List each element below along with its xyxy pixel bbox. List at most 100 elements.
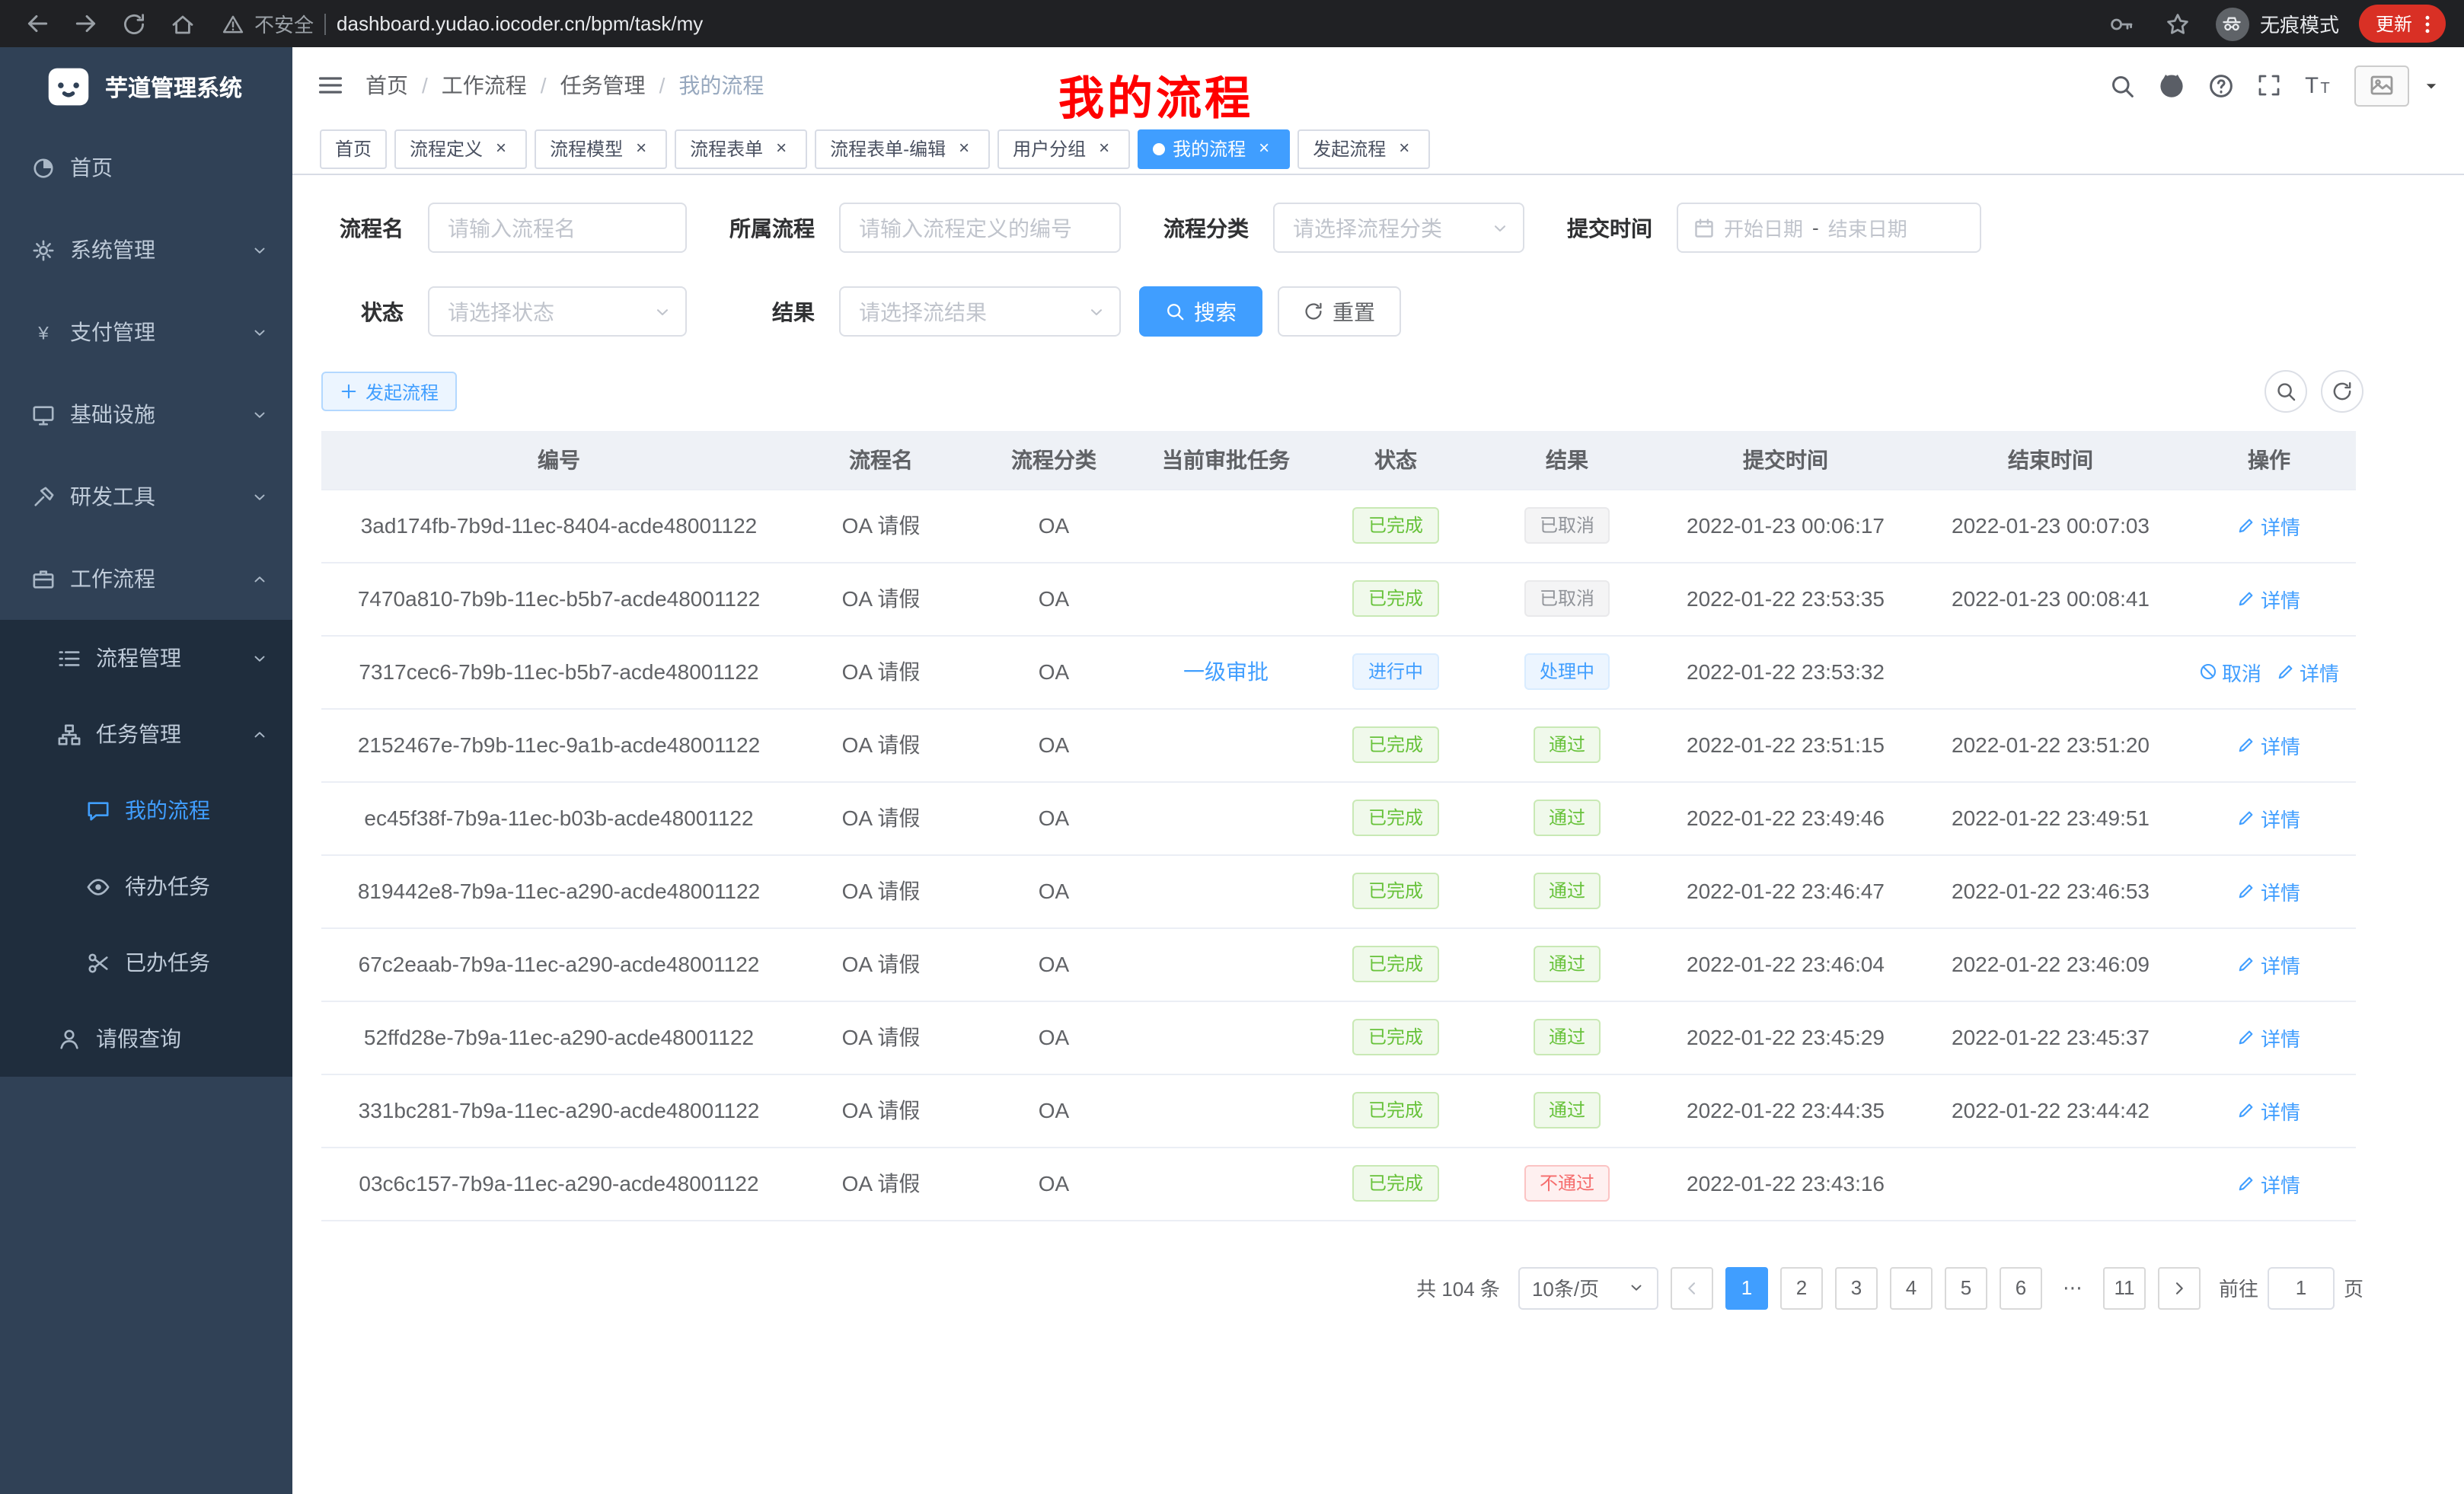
- sidebar-item-system[interactable]: 系统管理: [0, 209, 292, 291]
- detail-link[interactable]: 详情: [2238, 511, 2300, 540]
- process-name-input[interactable]: [428, 203, 687, 253]
- cell-process-name: OA 请假: [796, 489, 965, 562]
- next-page-button[interactable]: [2158, 1266, 2201, 1309]
- detail-link[interactable]: 详情: [2238, 584, 2300, 613]
- detail-link[interactable]: 详情: [2238, 730, 2300, 759]
- page-button-2[interactable]: 2: [1780, 1266, 1823, 1309]
- tab-close-icon[interactable]: ×: [771, 138, 792, 159]
- category-select[interactable]: 请选择流程分类: [1273, 203, 1524, 253]
- sidebar-item-home[interactable]: 首页: [0, 126, 292, 209]
- sidebar-toggle-icon[interactable]: [317, 72, 344, 99]
- sidebar-item-infrastructure[interactable]: 基础设施: [0, 373, 292, 455]
- detail-link[interactable]: 详情: [2238, 1169, 2300, 1198]
- tab-close-icon[interactable]: ×: [1253, 138, 1275, 159]
- result-tag: 处理中: [1524, 653, 1610, 690]
- cell-submit-time: 2022-01-22 23:43:16: [1652, 1147, 1919, 1220]
- detail-link[interactable]: 详情: [2277, 657, 2339, 686]
- browser-reload-icon[interactable]: [116, 5, 152, 42]
- sidebar-item-todo-task[interactable]: 待办任务: [0, 848, 292, 924]
- cell-current-task: [1142, 927, 1310, 1001]
- result-select[interactable]: 请选择流结果: [839, 286, 1121, 337]
- bookmark-star-icon[interactable]: [2159, 5, 2196, 42]
- sidebar-item-done-task[interactable]: 已办任务: [0, 924, 292, 1001]
- topbar: 首页/工作流程/任务管理/我的流程 TT: [292, 47, 2464, 123]
- reset-button[interactable]: 重置: [1278, 286, 1401, 337]
- sidebar-item-my-process[interactable]: 我的流程: [0, 772, 292, 848]
- search-icon[interactable]: [2109, 72, 2135, 98]
- breadcrumb-item[interactable]: 工作流程: [442, 70, 527, 101]
- tabs-bar: 首页流程定义×流程模型×流程表单×流程表单-编辑×用户分组×我的流程×发起流程×: [292, 123, 2464, 175]
- breadcrumb-separator: /: [541, 73, 547, 97]
- page-button-3[interactable]: 3: [1835, 1266, 1878, 1309]
- refresh-table-button[interactable]: [2321, 370, 2363, 413]
- update-button[interactable]: 更新: [2359, 5, 2446, 43]
- sidebar-item-workflow[interactable]: 工作流程: [0, 538, 292, 620]
- incognito-badge[interactable]: 无痕模式: [2216, 7, 2339, 40]
- address-bar[interactable]: 不安全 dashboard.yudao.iocoder.cn/bpm/task/…: [222, 9, 2103, 38]
- cancel-link[interactable]: 取消: [2199, 657, 2261, 686]
- tab-close-icon[interactable]: ×: [630, 138, 652, 159]
- breadcrumb-item[interactable]: 首页: [365, 70, 408, 101]
- tab-label: 流程定义: [410, 136, 483, 161]
- tab-我的流程[interactable]: 我的流程×: [1138, 129, 1290, 168]
- result-tag: 通过: [1534, 1019, 1601, 1055]
- tab-流程模型[interactable]: 流程模型×: [535, 129, 667, 168]
- detail-link[interactable]: 详情: [2238, 1096, 2300, 1125]
- submit-time-range[interactable]: 开始日期 - 结束日期: [1677, 203, 1981, 253]
- page-button-6[interactable]: 6: [2000, 1266, 2042, 1309]
- cell-process-name: OA 请假: [796, 854, 965, 927]
- detail-link[interactable]: 详情: [2238, 1023, 2300, 1052]
- font-size-icon[interactable]: TT: [2304, 72, 2332, 99]
- cell-process-name: OA 请假: [796, 1074, 965, 1147]
- goto-page-input[interactable]: [2268, 1266, 2335, 1309]
- tab-close-icon[interactable]: ×: [490, 138, 512, 159]
- tab-close-icon[interactable]: ×: [953, 138, 975, 159]
- avatar[interactable]: [2354, 65, 2409, 106]
- column-header: 流程分类: [965, 431, 1142, 489]
- tab-流程定义[interactable]: 流程定义 ×: [394, 129, 527, 168]
- current-task-link[interactable]: 一级审批: [1183, 659, 1269, 684]
- tab-用户分组[interactable]: 用户分组×: [997, 129, 1130, 168]
- search-button[interactable]: 搜索: [1139, 286, 1262, 337]
- edit-icon: [2238, 955, 2256, 973]
- tab-流程表单-编辑[interactable]: 流程表单-编辑×: [815, 129, 990, 168]
- status-select[interactable]: 请选择状态: [428, 286, 687, 337]
- sidebar-item-devtools[interactable]: 研发工具: [0, 455, 292, 538]
- browser-back-icon[interactable]: [18, 5, 55, 42]
- detail-link-label: 详情: [2300, 657, 2339, 686]
- page-size-select[interactable]: 10条/页: [1518, 1266, 1658, 1309]
- detail-link[interactable]: 详情: [2238, 803, 2300, 832]
- tab-首页[interactable]: 首页: [320, 129, 387, 168]
- sidebar-item-task-management[interactable]: 任务管理: [0, 696, 292, 772]
- toggle-search-button[interactable]: [2265, 370, 2307, 413]
- avatar-caret-icon[interactable]: [2423, 77, 2440, 94]
- more-pages-icon[interactable]: ⋯: [2054, 1275, 2091, 1300]
- page-button-1[interactable]: 1: [1725, 1266, 1768, 1309]
- detail-link[interactable]: 详情: [2238, 876, 2300, 905]
- page-button-11[interactable]: 11: [2103, 1266, 2146, 1309]
- github-icon[interactable]: [2158, 72, 2185, 99]
- detail-link[interactable]: 详情: [2238, 950, 2300, 978]
- submit-time-label: 提交时间: [1561, 212, 1652, 243]
- page-button-5[interactable]: 5: [1945, 1266, 1987, 1309]
- tab-流程表单[interactable]: 流程表单×: [675, 129, 807, 168]
- browser-forward-icon[interactable]: [67, 5, 104, 42]
- tab-发起流程[interactable]: 发起流程×: [1297, 129, 1430, 168]
- create-process-button[interactable]: 发起流程: [321, 372, 457, 411]
- sidebar-item-process-management[interactable]: 流程管理: [0, 620, 292, 696]
- browser-home-icon[interactable]: [164, 5, 201, 42]
- help-icon[interactable]: [2208, 72, 2234, 98]
- sidebar-item-payment[interactable]: ¥支付管理: [0, 291, 292, 373]
- end-date-placeholder: 结束日期: [1828, 213, 1907, 242]
- process-def-input[interactable]: [839, 203, 1121, 253]
- cell-result: 通过: [1482, 708, 1652, 781]
- breadcrumb-item[interactable]: 任务管理: [560, 70, 646, 101]
- prev-page-button[interactable]: [1671, 1266, 1713, 1309]
- password-key-icon[interactable]: [2103, 5, 2140, 42]
- sidebar-item-leave-query[interactable]: 请假查询: [0, 1001, 292, 1077]
- page-button-4[interactable]: 4: [1890, 1266, 1933, 1309]
- chevron-down-icon: [251, 406, 268, 423]
- tab-close-icon[interactable]: ×: [1393, 138, 1415, 159]
- fullscreen-icon[interactable]: [2257, 73, 2281, 97]
- tab-close-icon[interactable]: ×: [1093, 138, 1115, 159]
